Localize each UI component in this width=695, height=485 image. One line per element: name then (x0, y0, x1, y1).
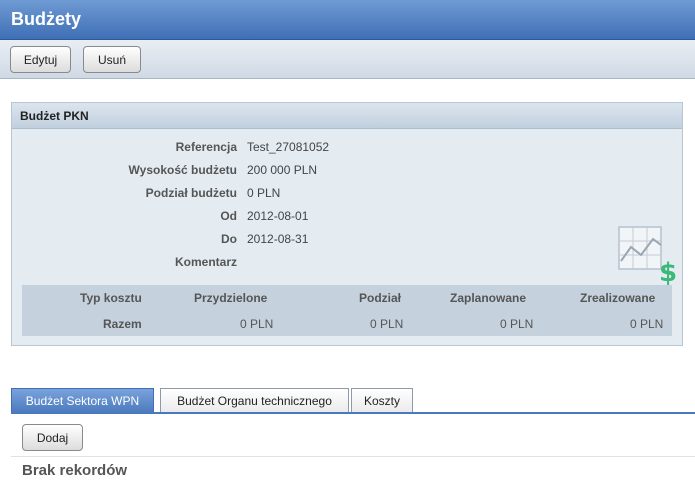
summary-row-planned: 0 PLN (500, 317, 534, 331)
summary-row-allocated: 0 PLN (240, 317, 274, 331)
field-label-to: Do (221, 232, 237, 246)
field-value-reference: Test_27081052 (247, 140, 330, 154)
summary-header-split: Podział (359, 291, 402, 305)
summary-row-split: 0 PLN (370, 317, 404, 331)
page-title: Budżety (11, 9, 82, 29)
budget-summary-table: Typ kosztu Przydzielone Podział Zaplanow… (22, 285, 672, 336)
toolbar: Edytuj Usuń (0, 40, 695, 79)
summary-header-planned: Zaplanowane (450, 291, 527, 305)
tab-technical-body-budget[interactable]: Budżet Organu technicznego (160, 388, 349, 413)
summary-header-realized: Zrealizowane (580, 291, 656, 305)
tab-costs[interactable]: Koszty (351, 388, 413, 413)
tab-strip-underline (11, 412, 695, 414)
summary-row-total-label: Razem (103, 317, 142, 331)
field-value-budget-amount: 200 000 PLN (247, 163, 318, 177)
field-label-budget-split: Podział budżetu (145, 186, 237, 200)
summary-row-realized: 0 PLN (630, 317, 664, 331)
budget-chart-dollar-icon: $ (618, 226, 677, 285)
field-label-budget-amount: Wysokość budżetu (128, 163, 237, 177)
budget-details-panel: Budżet PKN Referencja Test_27081052 Wyso… (11, 102, 683, 346)
field-value-to: 2012-08-31 (247, 232, 309, 246)
panel-header: Budżet PKN (12, 103, 682, 129)
field-label-reference: Referencja (175, 140, 237, 154)
field-value-budget-split: 0 PLN (247, 186, 281, 200)
panel-title: Budżet PKN (20, 109, 89, 123)
field-value-from: 2012-08-01 (247, 209, 309, 223)
field-label-comment: Komentarz (174, 255, 237, 269)
tab-content-divider (11, 456, 695, 457)
edit-button[interactable]: Edytuj (10, 46, 71, 73)
field-label-from: Od (220, 209, 237, 223)
tab-sector-budget[interactable]: Budżet Sektora WPN (11, 388, 154, 413)
svg-text:$: $ (659, 258, 677, 285)
add-button[interactable]: Dodaj (22, 424, 83, 451)
empty-records-message: Brak rekordów (22, 462, 128, 479)
summary-header-cost-type: Typ kosztu (80, 291, 142, 305)
delete-button[interactable]: Usuń (83, 46, 141, 73)
window-title-bar: Budżety (0, 0, 695, 40)
summary-header-allocated: Przydzielone (194, 291, 268, 305)
